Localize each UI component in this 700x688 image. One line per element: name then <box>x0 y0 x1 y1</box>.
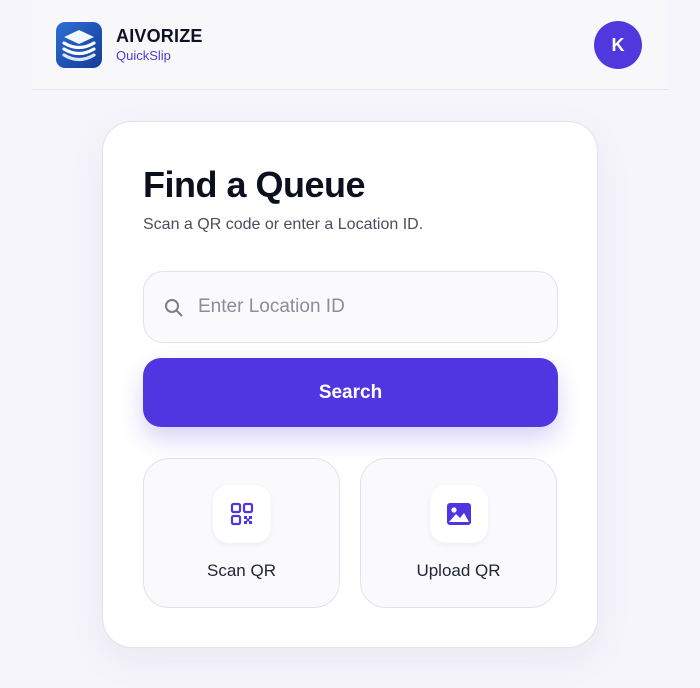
user-avatar[interactable]: K <box>594 21 642 69</box>
upload-qr-label: Upload QR <box>416 561 501 580</box>
page-title: Find a Queue <box>143 164 366 205</box>
brand-subtitle: QuickSlip <box>116 48 171 63</box>
find-queue-card: Find a Queue Scan a QR code or enter a L… <box>102 121 598 648</box>
brand-name: AIVORIZE <box>116 26 203 46</box>
qr-code-icon <box>230 502 254 526</box>
upload-qr-button[interactable]: Upload QR <box>360 458 557 608</box>
image-icon <box>447 503 471 525</box>
upload-qr-icon-tile <box>430 485 488 543</box>
page-subtitle: Scan a QR code or enter a Location ID. <box>143 216 424 233</box>
scan-qr-icon-tile <box>213 485 271 543</box>
layers-logo-icon <box>62 30 96 62</box>
scan-qr-button[interactable]: Scan QR <box>143 458 340 608</box>
search-icon <box>165 299 183 317</box>
app-header: AIVORIZE QuickSlip K <box>32 0 668 90</box>
location-search-box <box>143 271 558 343</box>
search-button[interactable]: Search <box>143 358 558 427</box>
location-id-input[interactable] <box>198 272 548 342</box>
scan-qr-label: Scan QR <box>207 561 276 580</box>
app-logo[interactable] <box>56 22 102 68</box>
